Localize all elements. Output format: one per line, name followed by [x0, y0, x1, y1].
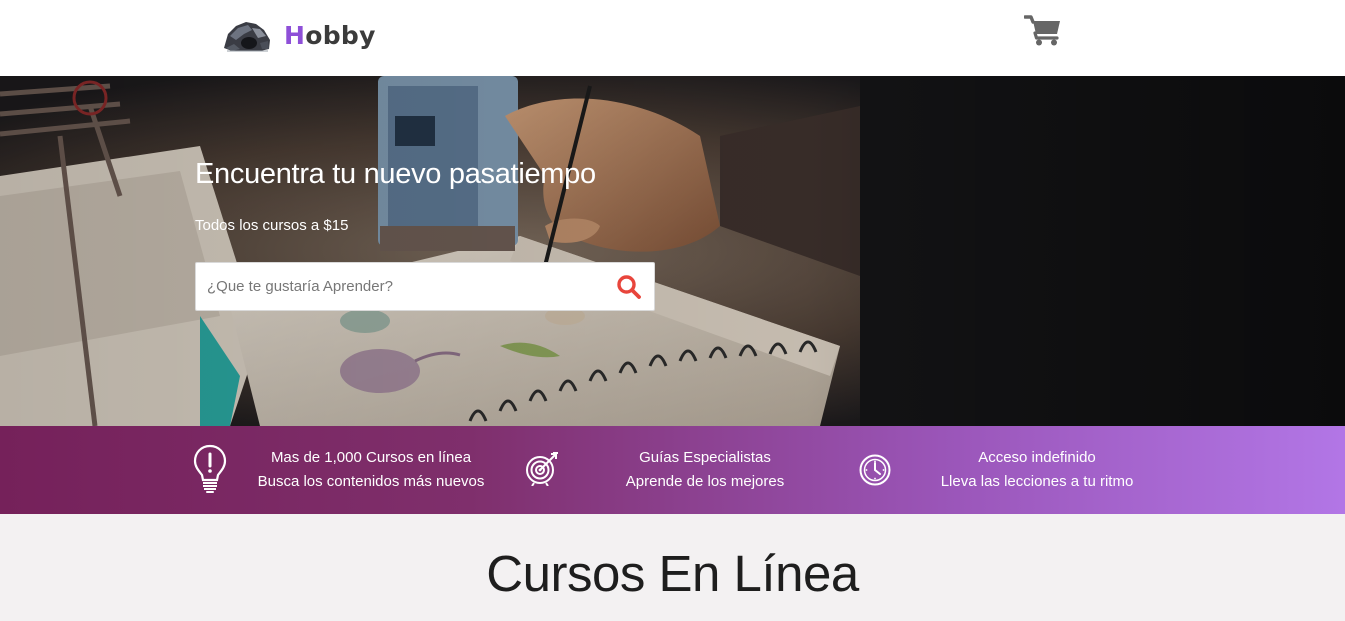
lightbulb-icon [193, 444, 227, 493]
features-band: Mas de 1,000 Cursos en línea Busca los c… [0, 426, 1345, 514]
feature-2-subtitle: Aprende de los mejores [625, 473, 785, 490]
hero-banner: Encuentra tu nuevo pasatiempo Todos los … [0, 76, 1345, 426]
logo-text: Hobby [284, 21, 376, 50]
search-icon[interactable] [616, 274, 642, 300]
feature-1-text: Mas de 1,000 Cursos en línea Busca los c… [240, 446, 502, 494]
shopping-cart-icon[interactable] [1024, 14, 1062, 46]
hero-subtitle: Todos los cursos a $15 [195, 217, 349, 234]
search-input[interactable] [196, 263, 596, 310]
search-box [195, 262, 655, 311]
target-icon [526, 452, 558, 486]
feature-2-text: Guías Especialistas Aprende de los mejor… [580, 446, 830, 494]
site-logo[interactable]: Hobby [222, 16, 376, 54]
feature-3-text: Acceso indefinido Lleva las lecciones a … [912, 446, 1162, 494]
feature-1-title: Mas de 1,000 Cursos en línea [270, 449, 472, 466]
feature-2-title: Guías Especialistas [639, 449, 771, 466]
hero-background-image [0, 76, 1345, 426]
clock-icon [859, 454, 891, 486]
feature-3-title: Acceso indefinido [978, 449, 1096, 466]
feature-3-subtitle: Lleva las lecciones a tu ritmo [940, 473, 1134, 490]
feature-1-subtitle: Busca los contenidos más nuevos [257, 473, 485, 490]
hero-title: Encuentra tu nuevo pasatiempo [195, 158, 596, 190]
rock-logo-icon [224, 22, 270, 52]
logo-rest: obby [305, 20, 376, 50]
site-header: Hobby [0, 0, 1345, 76]
logo-first-letter: H [284, 20, 306, 50]
section-title: Cursos En Línea [486, 545, 859, 602]
